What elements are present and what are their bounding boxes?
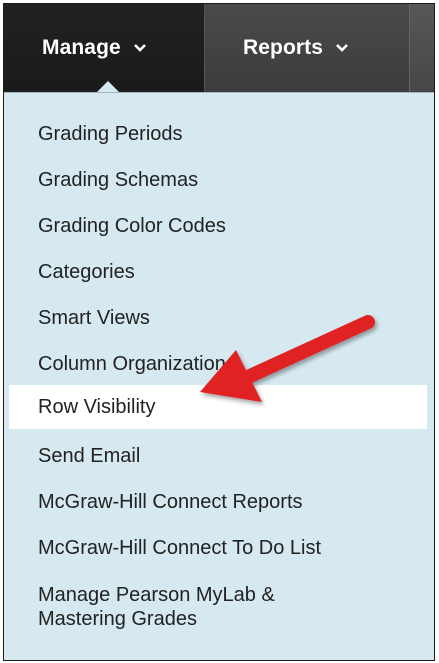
menu-item-categories[interactable]: Categories xyxy=(4,257,434,287)
menu-item-manage-pearson-mylab-mastering-grades[interactable]: Manage Pearson MyLab & Mastering Grades xyxy=(4,583,434,643)
menu-item-label: McGraw-Hill Connect Reports xyxy=(38,491,303,513)
menu-item-grading-color-codes[interactable]: Grading Color Codes xyxy=(4,211,434,241)
menu-item-label: Row Visibility xyxy=(38,396,156,418)
menu-item-label: Manage Pearson MyLab & Mastering Grades xyxy=(38,584,275,630)
tab-reports-label: Reports xyxy=(243,36,324,59)
menu-item-label: Categories xyxy=(38,261,135,283)
menu-item-grading-periods[interactable]: Grading Periods xyxy=(4,119,434,149)
chevron-down-icon xyxy=(336,44,348,52)
menu-item-grading-schemas[interactable]: Grading Schemas xyxy=(4,165,434,195)
tab-reports[interactable]: Reports xyxy=(204,4,409,92)
menu-item-label: Column Organization xyxy=(38,353,226,375)
menu-item-mcgraw-hill-connect-reports[interactable]: McGraw-Hill Connect Reports xyxy=(4,487,434,517)
menu-item-column-organization[interactable]: Column Organization xyxy=(4,349,434,379)
chevron-down-icon xyxy=(133,44,146,52)
menu-item-row-visibility[interactable]: Row Visibility xyxy=(9,385,427,429)
menu-item-label: Smart Views xyxy=(38,307,150,329)
tab-manage[interactable]: Manage xyxy=(4,4,204,92)
menu-item-label: Send Email xyxy=(38,445,141,467)
menu-item-label: Grading Periods xyxy=(38,123,183,145)
menu-item-label: Grading Color Codes xyxy=(38,215,226,237)
menu-item-mcgraw-hill-connect-to-do-list[interactable]: McGraw-Hill Connect To Do List xyxy=(4,533,434,563)
menu-item-send-email[interactable]: Send Email xyxy=(4,441,434,471)
manage-dropdown-menu: Grading Periods Grading Schemas Grading … xyxy=(4,92,434,660)
menu-item-label: Grading Schemas xyxy=(38,169,199,191)
menu-item-smart-views[interactable]: Smart Views xyxy=(4,303,434,333)
gradebook-frame: Manage Reports Grading Periods Grading S… xyxy=(3,3,435,661)
menu-item-label: McGraw-Hill Connect To Do List xyxy=(38,537,322,559)
tab-manage-label: Manage xyxy=(42,36,121,59)
gradebook-navbar: Manage Reports xyxy=(4,4,434,93)
navbar-overflow-tab xyxy=(409,4,434,92)
